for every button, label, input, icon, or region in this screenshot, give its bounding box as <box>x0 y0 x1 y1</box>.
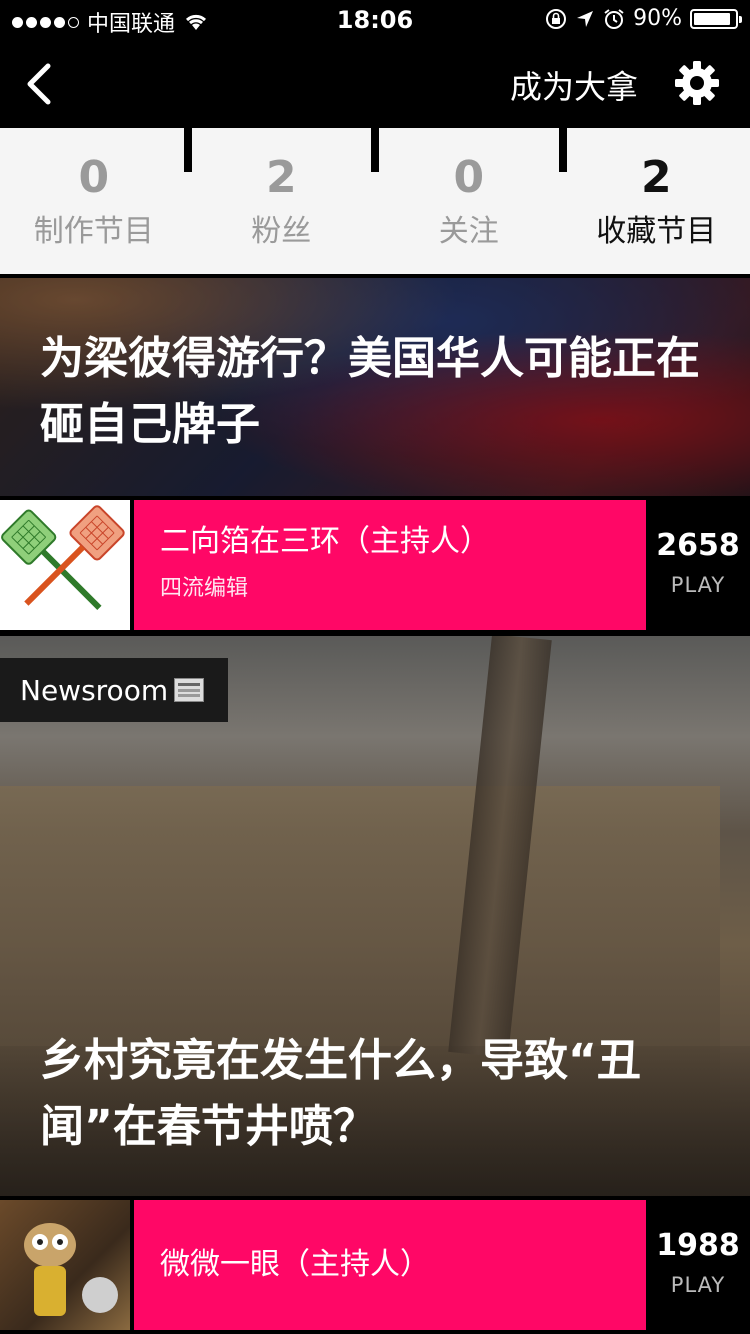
status-right: 90% <box>545 6 742 31</box>
gear-icon <box>675 61 719 105</box>
become-expert-button[interactable]: 成为大拿 <box>510 62 638 108</box>
host-info[interactable]: 微微一眼（主持人） <box>134 1200 646 1330</box>
location-icon <box>577 10 594 27</box>
program-info-row: 微微一眼（主持人） 1988 PLAY <box>0 1200 750 1332</box>
host-info[interactable]: 二向箔在三环（主持人） 四流编辑 <box>134 500 646 630</box>
settings-button[interactable] <box>674 60 720 106</box>
play-count: 2658 <box>656 528 740 563</box>
stat-label: 粉丝 <box>251 214 312 249</box>
host-name: 微微一眼（主持人） <box>160 1247 430 1282</box>
alarm-icon <box>604 8 624 29</box>
play-label: PLAY <box>670 1273 726 1297</box>
chevron-left-icon <box>27 63 51 105</box>
stat-count: 2 <box>640 152 672 203</box>
battery-fill <box>694 12 730 25</box>
category-label: Newsroom <box>20 673 169 707</box>
program-card-hero[interactable]: 为梁彼得游行？美国华人可能正在砸自己牌子 <box>0 278 750 496</box>
rotation-lock-icon <box>546 8 567 29</box>
program-card-hero[interactable]: Newsroom 乡村究竟在发生什么，导致“丑闻”在春节井喷？ <box>0 636 750 1196</box>
status-bar: 中国联通 18:06 90% <box>0 0 750 40</box>
host-avatar[interactable] <box>0 1200 130 1330</box>
fly-swatter-icon <box>1 505 125 611</box>
stat-label: 收藏节目 <box>596 214 717 249</box>
stat-label: 制作节目 <box>33 214 154 249</box>
stat-following[interactable]: 0 关注 <box>371 128 563 274</box>
play-count: 1988 <box>656 1228 740 1263</box>
newspaper-icon <box>174 678 205 702</box>
back-button[interactable] <box>18 58 68 110</box>
play-counter: 2658 PLAY <box>646 500 750 630</box>
cartoon-character-icon <box>24 1223 118 1316</box>
stat-count: 2 <box>265 152 297 203</box>
host-avatar[interactable] <box>0 500 130 630</box>
stat-produced-programs[interactable]: 0 制作节目 <box>0 128 188 274</box>
host-name: 二向箔在三环（主持人） <box>160 524 490 559</box>
program-title: 乡村究竟在发生什么，导致“丑闻”在春节井喷？ <box>40 1035 641 1152</box>
battery-icon <box>690 8 742 29</box>
play-label: PLAY <box>670 573 726 597</box>
host-role: 四流编辑 <box>160 576 249 601</box>
category-tag[interactable]: Newsroom <box>0 658 229 722</box>
program-info-row: 二向箔在三环（主持人） 四流编辑 2658 PLAY <box>0 500 750 632</box>
program-title: 为梁彼得游行？美国华人可能正在砸自己牌子 <box>40 333 700 450</box>
stat-fans[interactable]: 2 粉丝 <box>183 128 376 274</box>
nav-bar: 成为大拿 <box>0 40 750 128</box>
stat-favorites[interactable]: 2 收藏节目 <box>558 128 750 274</box>
stat-count: 0 <box>78 152 110 203</box>
stat-label: 关注 <box>438 214 499 249</box>
play-counter: 1988 PLAY <box>646 1200 750 1330</box>
profile-stats: 0 制作节目 2 粉丝 0 关注 2 收藏节目 <box>0 128 750 274</box>
battery-percent: 90% <box>633 6 682 31</box>
stat-count: 0 <box>453 152 485 203</box>
